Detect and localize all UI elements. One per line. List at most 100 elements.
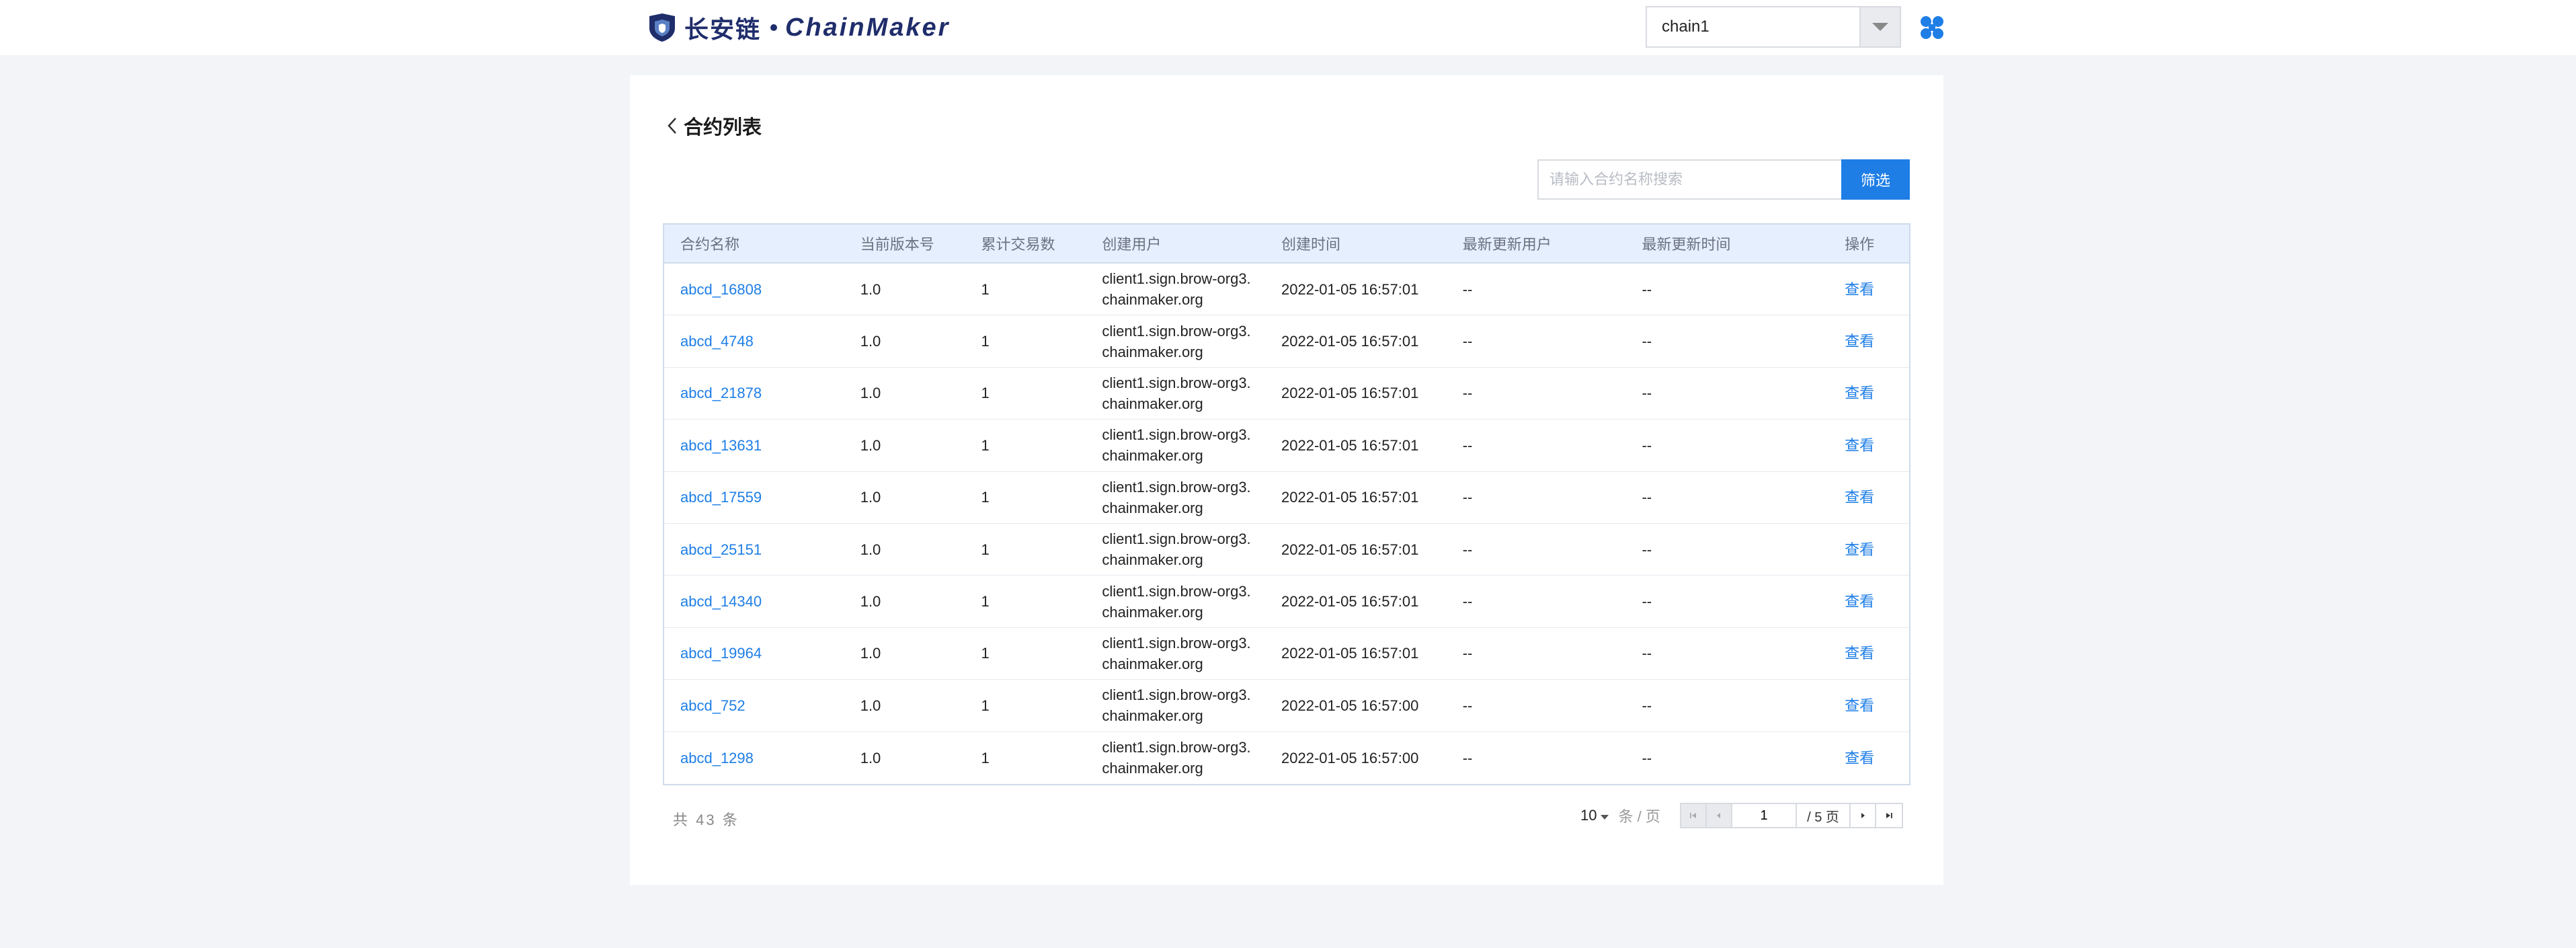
cell-updated-at: -- [1642,645,1652,662]
next-page-button[interactable] [1851,804,1876,827]
creator-text: client1.sign.brow-org3.chainmaker.org [1102,374,1251,412]
contract-name-link[interactable]: abcd_752 [664,695,844,716]
chevron-down-icon [1601,814,1609,820]
cell-created-at: 2022-01-05 16:57:01 [1281,436,1419,454]
cell-updater: -- [1462,436,1473,454]
view-link[interactable]: 查看 [1828,383,1909,403]
cell-version: 1.0 [860,436,881,454]
view-link[interactable]: 查看 [1828,487,1909,508]
contract-name-link[interactable]: abcd_13631 [664,435,844,456]
cell-updated-at: -- [1642,593,1652,610]
first-page-icon [1690,813,1696,818]
apps-grid-icon[interactable] [1919,15,1945,40]
logo-separator-dot [770,24,778,31]
creator-text: client1.sign.brow-org3.chainmaker.org [1102,478,1251,516]
creator-text: client1.sign.brow-org3.chainmaker.org [1102,530,1251,569]
cell-tx-count: 1 [981,436,990,454]
cell-updater: -- [1462,593,1473,610]
cell-created-at: 2022-01-05 16:57:00 [1281,749,1419,766]
cell-creator: client1.sign.brow-org3.chainmaker.org [1086,372,1265,414]
contract-name-link[interactable]: abcd_4748 [664,331,844,352]
contract-name-link[interactable]: abcd_19964 [664,643,844,664]
prev-page-button[interactable] [1707,804,1732,827]
table-row: abcd_17559 1.0 1 client1.sign.brow-org3.cha… [664,472,1909,524]
cell-tx-count: 1 [981,489,990,506]
prev-page-icon [1717,813,1720,818]
table-row: abcd_14340 1.0 1 client1.sign.brow-org3.cha… [664,576,1909,628]
contract-name-link[interactable]: abcd_16808 [664,279,844,300]
creator-text: client1.sign.brow-org3.chainmaker.org [1102,270,1251,309]
contract-name-link[interactable]: abcd_21878 [664,383,844,403]
cell-updater: -- [1462,385,1473,402]
cell-updater: -- [1462,697,1473,714]
cell-created-at: 2022-01-05 16:57:01 [1281,385,1419,402]
creator-text: client1.sign.brow-org3.chainmaker.org [1102,582,1251,621]
view-link[interactable]: 查看 [1828,591,1909,612]
table-row: abcd_16808 1.0 1 client1.sign.brow-org3.cha… [664,264,1909,316]
contract-name-link[interactable]: abcd_14340 [664,591,844,612]
last-page-button[interactable] [1876,804,1902,827]
contract-list-card: 合约列表 筛选 合约名称 当前版本号 累计交易数 创建用户 创建时间 最新更新用… [630,75,1943,885]
cell-version: 1.0 [860,593,881,610]
pagination: / 5 页 [1680,803,1903,828]
cell-version: 1.0 [860,749,881,766]
last-page-icon [1886,813,1892,818]
cell-tx-count: 1 [981,593,990,610]
chain-select-toggle[interactable] [1859,7,1900,46]
chainmaker-logo-icon [649,13,675,42]
cell-version: 1.0 [860,385,881,402]
table-header: 合约名称 当前版本号 累计交易数 创建用户 创建时间 最新更新用户 最新更新时间… [664,225,1909,264]
cell-creator: client1.sign.brow-org3.chainmaker.org [1086,424,1265,466]
total-pages: / 5 页 [1797,804,1851,827]
creator-text: client1.sign.brow-org3.chainmaker.org [1102,322,1251,360]
current-page-input[interactable] [1732,804,1797,827]
cell-tx-count: 1 [981,697,990,714]
logo-text-cn: 长安链 [684,15,762,43]
cell-tx-count: 1 [981,645,990,662]
app-logo[interactable]: 长安链 ChainMaker [647,12,950,43]
chevron-left-icon[interactable] [665,115,680,136]
cell-version: 1.0 [860,541,881,558]
view-link[interactable]: 查看 [1828,643,1909,664]
page-size-select[interactable]: 10 条 / 页 [1580,803,1660,828]
view-link[interactable]: 查看 [1828,695,1909,716]
col-header-creator: 创建用户 [1102,236,1162,253]
cell-updater: -- [1462,280,1473,298]
contract-name-link[interactable]: abcd_25151 [664,539,844,560]
cell-created-at: 2022-01-05 16:57:01 [1281,541,1419,558]
col-header-created-at: 创建时间 [1281,236,1341,253]
view-link[interactable]: 查看 [1828,539,1909,560]
cell-tx-count: 1 [981,385,990,402]
cell-creator: client1.sign.brow-org3.chainmaker.org [1086,737,1265,779]
chain-select-value: chain1 [1662,17,1709,36]
cell-updated-at: -- [1642,333,1652,350]
filter-button[interactable]: 筛选 [1841,159,1910,200]
cell-updater: -- [1462,645,1473,662]
cell-creator: client1.sign.brow-org3.chainmaker.org [1086,528,1265,570]
cell-version: 1.0 [860,280,881,298]
cell-updated-at: -- [1642,697,1652,714]
contract-name-link[interactable]: abcd_1298 [664,748,844,768]
contract-table: 合约名称 当前版本号 累计交易数 创建用户 创建时间 最新更新用户 最新更新时间… [663,223,1910,785]
cell-updated-at: -- [1642,436,1652,454]
view-link[interactable]: 查看 [1828,331,1909,352]
cell-updater: -- [1462,333,1473,350]
cell-tx-count: 1 [981,333,990,350]
first-page-button[interactable] [1681,804,1707,827]
page-header: 合约列表 [665,109,762,143]
cell-updater: -- [1462,541,1473,558]
contract-name-link[interactable]: abcd_17559 [664,487,844,508]
creator-text: client1.sign.brow-org3.chainmaker.org [1102,686,1251,725]
cell-created-at: 2022-01-05 16:57:01 [1281,645,1419,662]
creator-text: client1.sign.brow-org3.chainmaker.org [1102,739,1251,777]
logo-text-en: ChainMaker [785,13,951,42]
search-input[interactable] [1537,159,1841,200]
table-row: abcd_4748 1.0 1 client1.sign.brow-org3.chai… [664,315,1909,368]
view-link[interactable]: 查看 [1828,435,1909,456]
chain-select[interactable]: chain1 [1646,6,1901,48]
cell-tx-count: 1 [981,541,990,558]
cell-creator: client1.sign.brow-org3.chainmaker.org [1086,581,1265,623]
table-row: abcd_1298 1.0 1 client1.sign.brow-org3.chai… [664,732,1909,784]
view-link[interactable]: 查看 [1828,748,1909,768]
view-link[interactable]: 查看 [1828,279,1909,300]
